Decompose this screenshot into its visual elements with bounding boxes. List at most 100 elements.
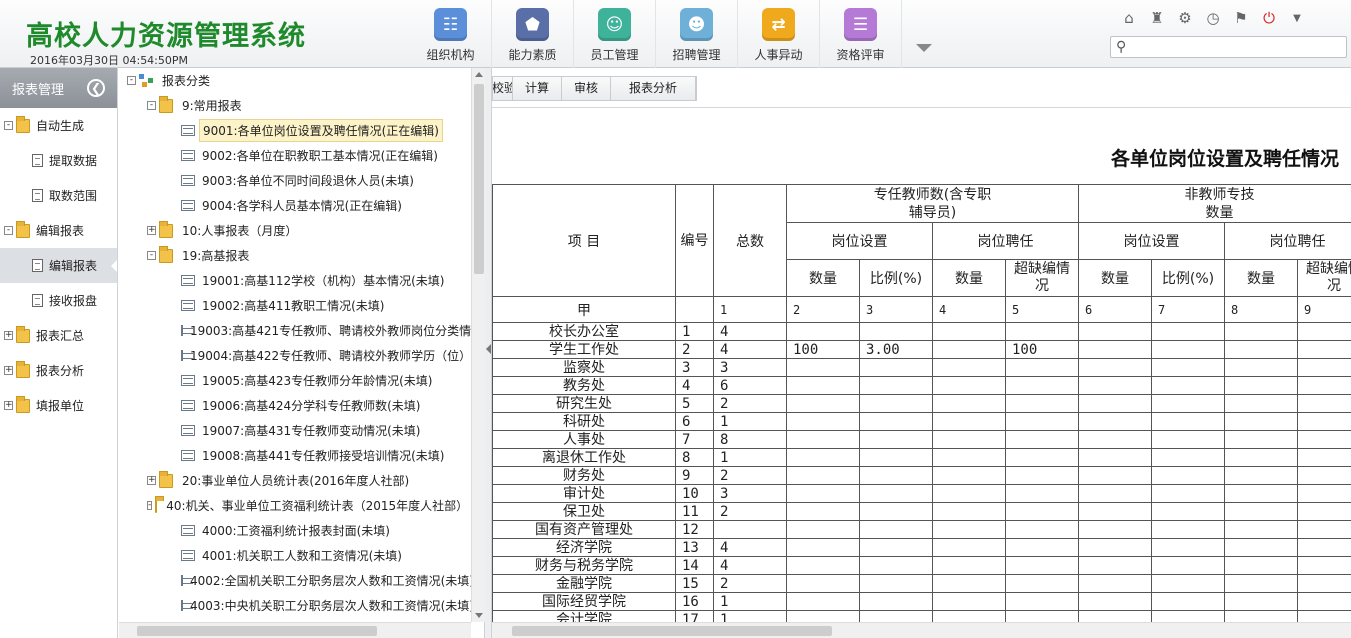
table-cell[interactable]: [1297, 574, 1351, 593]
sidebar-item-3[interactable]: 取数范围: [0, 178, 117, 213]
table-cell[interactable]: [932, 412, 1006, 431]
tree-node[interactable]: 19005:高基423专任教师分年龄情况(未填): [119, 368, 471, 393]
table-cell[interactable]: [859, 502, 933, 521]
table-cell[interactable]: [859, 592, 933, 611]
table-cell[interactable]: [1151, 574, 1225, 593]
table-cell[interactable]: [1005, 574, 1079, 593]
table-cell[interactable]: [1151, 340, 1225, 359]
table-cell[interactable]: [1151, 322, 1225, 341]
table-cell[interactable]: [1005, 520, 1079, 539]
table-cell[interactable]: 3: [713, 358, 787, 377]
table-cell[interactable]: [1151, 556, 1225, 575]
table-cell[interactable]: [1005, 448, 1079, 467]
table-cell[interactable]: [932, 574, 1006, 593]
table-cell[interactable]: [786, 484, 860, 503]
table-cell[interactable]: [932, 358, 1006, 377]
table-cell[interactable]: [1078, 484, 1152, 503]
table-cell[interactable]: [932, 340, 1006, 359]
nav-item-4[interactable]: ☻ 招聘管理: [656, 0, 738, 68]
expand-icon[interactable]: -: [4, 226, 13, 235]
table-cell[interactable]: [1224, 466, 1298, 485]
expand-icon[interactable]: +: [147, 476, 156, 485]
table-cell[interactable]: 2: [713, 574, 787, 593]
table-cell[interactable]: 100: [786, 340, 860, 359]
sidebar-item-4[interactable]: - 编辑报表: [0, 213, 117, 248]
table-cell[interactable]: [786, 538, 860, 557]
nav-more-arrow-icon[interactable]: [916, 44, 932, 52]
table-cell[interactable]: [1224, 574, 1298, 593]
table-cell[interactable]: [1224, 502, 1298, 521]
table-cell[interactable]: [1151, 412, 1225, 431]
table-cell[interactable]: [1078, 592, 1152, 611]
table-cell[interactable]: [786, 592, 860, 611]
content-horizontal-scrollbar[interactable]: [492, 622, 1351, 638]
table-cell[interactable]: [1005, 322, 1079, 341]
panel-splitter[interactable]: [485, 68, 492, 638]
table-cell[interactable]: 4: [713, 538, 787, 557]
power-icon[interactable]: ⏻: [1258, 8, 1280, 28]
table-cell[interactable]: [1151, 484, 1225, 503]
table-cell[interactable]: [1297, 502, 1351, 521]
table-cell[interactable]: [1005, 484, 1079, 503]
table-cell[interactable]: [1151, 358, 1225, 377]
table-cell[interactable]: 8: [713, 430, 787, 449]
table-cell[interactable]: [1297, 394, 1351, 413]
table-cell[interactable]: [1297, 538, 1351, 557]
table-cell[interactable]: [1005, 376, 1079, 395]
table-cell[interactable]: [859, 448, 933, 467]
tree-node[interactable]: +20:事业单位人员统计表(2016年度人社部): [119, 468, 471, 493]
table-cell[interactable]: [1224, 430, 1298, 449]
nav-item-5[interactable]: ⇄ 人事异动: [738, 0, 820, 68]
table-cell[interactable]: [786, 412, 860, 431]
table-cell[interactable]: 6: [713, 376, 787, 395]
table-cell[interactable]: [1297, 556, 1351, 575]
tree-node[interactable]: 9001:各单位岗位设置及聘任情况(正在编辑): [119, 118, 471, 143]
tree-hscroll-thumb[interactable]: [137, 626, 377, 636]
table-cell[interactable]: [859, 412, 933, 431]
sidebar-item-2[interactable]: 提取数据: [0, 143, 117, 178]
table-cell[interactable]: [932, 448, 1006, 467]
table-cell[interactable]: [1078, 340, 1152, 359]
table-cell[interactable]: [1297, 358, 1351, 377]
table-cell[interactable]: [786, 520, 860, 539]
table-cell[interactable]: [1224, 538, 1298, 557]
table-cell[interactable]: [1224, 412, 1298, 431]
table-cell[interactable]: 1: [713, 592, 787, 611]
table-cell[interactable]: [859, 376, 933, 395]
table-cell[interactable]: [1078, 394, 1152, 413]
table-cell[interactable]: [1151, 502, 1225, 521]
table-cell[interactable]: [786, 430, 860, 449]
table-cell[interactable]: [1078, 430, 1152, 449]
table-cell[interactable]: [1078, 412, 1152, 431]
tree-node[interactable]: 9003:各单位不同时间段退休人员(未填): [119, 168, 471, 193]
tree-node[interactable]: +10:人事报表（月度）: [119, 218, 471, 243]
table-cell[interactable]: [1224, 394, 1298, 413]
table-cell[interactable]: [786, 394, 860, 413]
table-cell[interactable]: [1005, 466, 1079, 485]
nav-item-1[interactable]: ☷ 组织机构: [410, 0, 492, 68]
table-cell[interactable]: 4: [713, 556, 787, 575]
table-cell[interactable]: [1005, 592, 1079, 611]
nav-item-3[interactable]: ☺ 员工管理: [574, 0, 656, 68]
table-cell[interactable]: [1151, 466, 1225, 485]
table-cell[interactable]: [1224, 484, 1298, 503]
table-cell[interactable]: [859, 484, 933, 503]
table-cell[interactable]: [1078, 376, 1152, 395]
table-cell[interactable]: [1078, 322, 1152, 341]
tree-node[interactable]: 19003:高基421专任教师、聘请校外教师岗位分类情况: [119, 318, 471, 343]
table-cell[interactable]: 4: [713, 322, 787, 341]
table-cell[interactable]: [859, 466, 933, 485]
table-cell[interactable]: [1078, 502, 1152, 521]
table-cell[interactable]: [859, 430, 933, 449]
nav-item-2[interactable]: ⬟ 能力素质: [492, 0, 574, 68]
table-cell[interactable]: [1005, 538, 1079, 557]
table-cell[interactable]: [932, 520, 1006, 539]
table-cell[interactable]: [1005, 394, 1079, 413]
chevron-down-icon[interactable]: ▼: [1286, 8, 1308, 28]
expand-icon[interactable]: +: [147, 226, 156, 235]
collapse-sidebar-icon[interactable]: ❮: [87, 79, 105, 97]
content-hscroll-thumb[interactable]: [512, 626, 832, 636]
table-cell[interactable]: [859, 358, 933, 377]
table-cell[interactable]: [1005, 556, 1079, 575]
table-cell[interactable]: [1297, 520, 1351, 539]
